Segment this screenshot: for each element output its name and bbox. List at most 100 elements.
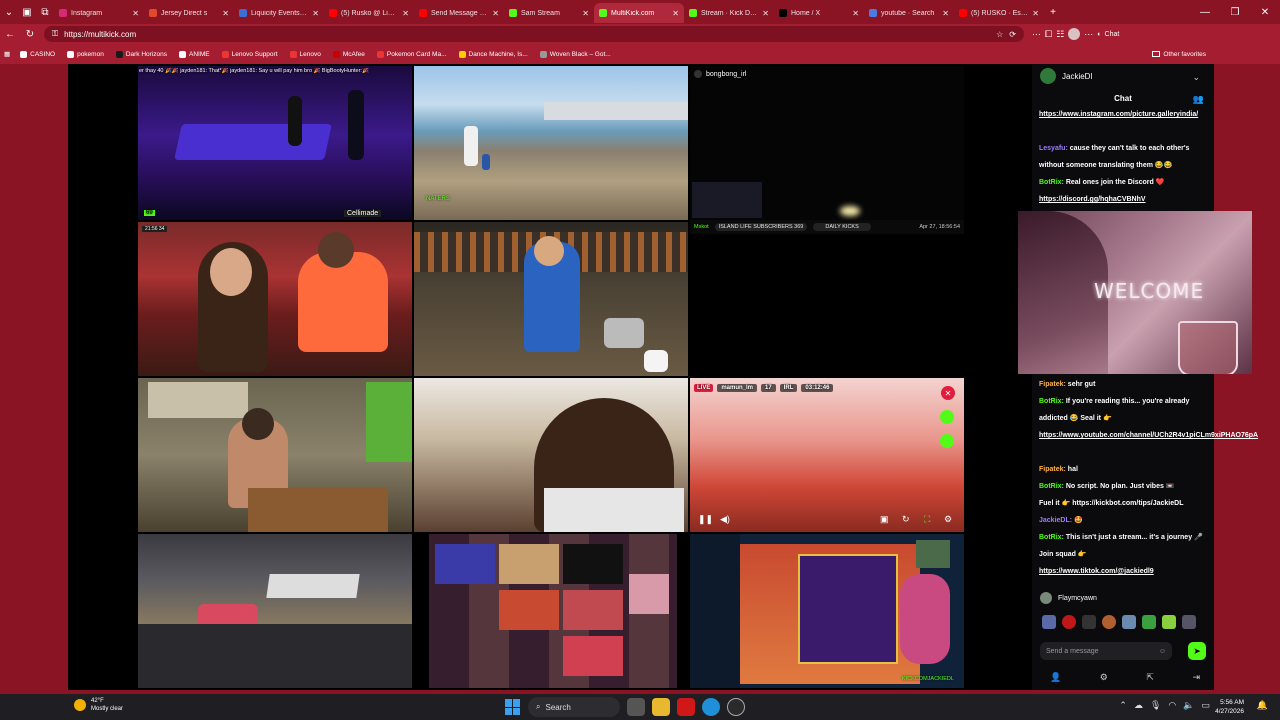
emote-icon[interactable] <box>1082 615 1096 629</box>
apps-icon[interactable]: ▦ <box>4 50 10 58</box>
emote-icon[interactable] <box>1102 615 1116 629</box>
emote-icon[interactable] <box>1182 615 1196 629</box>
browser-tab[interactable]: Instagram ✕ <box>54 3 144 23</box>
chevron-down-icon[interactable]: ⌄ <box>1192 72 1200 83</box>
chat-username[interactable]: Fipatek: <box>1039 466 1066 473</box>
wifi-icon[interactable]: ◠ <box>1168 700 1176 711</box>
tab-close-icon[interactable]: ✕ <box>492 9 499 18</box>
emote-icon[interactable] <box>1142 615 1156 629</box>
bookmark-item[interactable]: CASINO <box>20 50 55 58</box>
back-icon[interactable]: ← <box>0 24 20 44</box>
tab-close-icon[interactable]: ✕ <box>852 9 859 18</box>
popout-icon[interactable]: ⇱ <box>1146 672 1154 683</box>
browser-tab[interactable]: MultiKick.com ✕ <box>594 3 684 23</box>
extensions-icon[interactable]: ⧠ <box>1045 29 1052 40</box>
close-stream-icon[interactable]: ✕ <box>941 386 955 400</box>
taskbar-search[interactable]: ⌕ Search <box>528 697 620 717</box>
start-icon[interactable] <box>505 699 521 715</box>
clock[interactable]: 5:56 AM 4/27/2026 <box>1215 698 1244 716</box>
bookmark-item[interactable]: McAfee <box>332 50 365 58</box>
browser-tab[interactable]: Jersey Direct s ✕ <box>144 3 234 23</box>
emote-icon[interactable] <box>1042 615 1056 629</box>
browser-tab[interactable]: Sam Stream ✕ <box>504 3 594 23</box>
favorite-star-icon[interactable]: ☆ <box>996 30 1003 39</box>
bookmark-item[interactable]: ANIME <box>179 50 210 58</box>
chat-username[interactable]: BotRix: <box>1039 398 1064 405</box>
heart-icon[interactable] <box>940 434 954 448</box>
stream-tile-10[interactable] <box>138 534 412 688</box>
youtube-app-icon[interactable] <box>677 698 695 716</box>
volume-icon[interactable]: ◀) <box>720 514 730 525</box>
new-tab-button[interactable]: + <box>1044 0 1062 24</box>
stream-tile-2[interactable]: NATERS <box>414 66 688 220</box>
extension-icon[interactable]: ⟳ <box>1009 30 1016 39</box>
battery-icon[interactable]: ▭ <box>1201 700 1210 711</box>
stream-tile-12[interactable]: KICKCOMJACKIEDL <box>690 534 964 688</box>
browser-tab[interactable]: Liquicity Events Ru ✕ <box>234 3 324 23</box>
chat-username[interactable]: BotRix: <box>1039 534 1064 541</box>
emote-icon[interactable] <box>1162 615 1176 629</box>
browser-tab[interactable]: Stream · Kick Dash ✕ <box>684 3 774 23</box>
stream-tile-8[interactable] <box>414 378 688 532</box>
chat-username[interactable]: BotRix: <box>1039 483 1064 490</box>
stream-tile-3[interactable]: bongbong_irl <box>690 66 964 220</box>
copilot-button[interactable]: ◐ Chat <box>1097 31 1119 38</box>
task-view-icon[interactable] <box>627 698 645 716</box>
mic-icon[interactable]: 🎙 <box>1150 700 1161 711</box>
stream-tile-11[interactable] <box>429 534 677 688</box>
address-bar[interactable]: ⚿ https://multikick.com ☆ ⟳ <box>44 26 1024 42</box>
tab-close-icon[interactable]: ✕ <box>132 9 139 18</box>
chat-users-icon[interactable]: 👥 <box>1193 94 1204 105</box>
close-window-icon[interactable]: ✕ <box>1250 0 1280 24</box>
notification-bell-icon[interactable]: 🔔 <box>1257 700 1268 711</box>
tab-close-icon[interactable]: ✕ <box>762 9 769 18</box>
bookmark-item[interactable]: pokemon <box>67 50 104 58</box>
tab-actions-icon[interactable]: ⧉ <box>36 0 54 24</box>
stream-tile-5[interactable] <box>414 222 688 376</box>
emote-icon[interactable] <box>1062 615 1076 629</box>
site-info-icon[interactable]: ⚿ <box>52 29 58 39</box>
chevron-up-icon[interactable]: ⌃ <box>1119 700 1127 711</box>
volume-icon[interactable]: 🔈 <box>1183 700 1194 711</box>
bookmark-item[interactable]: Woven Black – Got... <box>539 50 611 58</box>
bookmark-item[interactable]: Lenovo <box>289 50 321 58</box>
chat-channel-header[interactable]: JackieDl <box>1040 68 1092 84</box>
tab-close-icon[interactable]: ✕ <box>402 9 409 18</box>
tab-close-icon[interactable]: ✕ <box>672 9 679 18</box>
bookmark-item[interactable]: Pokemon Card Ma... <box>376 50 447 58</box>
stream-tile-9[interactable]: LIVE mamun_lm 17 IRL 03:12:46 ✕ ❚❚ ◀) ▣ … <box>690 378 964 532</box>
profile-avatar[interactable] <box>1068 28 1081 40</box>
other-favorites[interactable]: Other favorites <box>1152 44 1206 64</box>
bookmark-item[interactable]: Dark Horizons <box>115 50 167 58</box>
menu-icon[interactable]: ⋯ <box>1084 29 1093 40</box>
file-explorer-icon[interactable] <box>652 698 670 716</box>
browser-tab[interactable]: Home / X ✕ <box>774 3 864 23</box>
chat-link[interactable]: https://discord.gg/hqhaCVBNhV <box>1039 196 1146 203</box>
favorites-icon[interactable]: ☷ <box>1056 29 1064 40</box>
stream-tile-1[interactable]: er thay 40 🎉🎉 jayden181: That*🎉 jayden18… <box>138 66 412 220</box>
browser-tab[interactable]: (5) RUSKO · Essen ✕ <box>954 3 1044 23</box>
tab-close-icon[interactable]: ✕ <box>222 9 229 18</box>
chat-username[interactable]: BotRix: <box>1039 179 1064 186</box>
chat-link[interactable]: https://www.instagram.com/picture.galler… <box>1039 111 1198 118</box>
cloud-icon[interactable]: ☁ <box>1134 700 1143 711</box>
more-tools-icon[interactable]: ⋯ <box>1032 29 1041 40</box>
chat-username[interactable]: Lesyafu: <box>1039 145 1068 152</box>
exit-icon[interactable]: ⇥ <box>1192 672 1200 683</box>
workspaces-icon[interactable]: ▣ <box>18 0 36 24</box>
tab-close-icon[interactable]: ✕ <box>582 9 589 18</box>
chat-link[interactable]: https://www.youtube.com/channel/UCh2R4v1… <box>1039 432 1258 439</box>
emote-icon[interactable] <box>1122 615 1136 629</box>
restore-icon[interactable]: ❐ <box>1220 0 1250 24</box>
add-user-icon[interactable]: 👤 <box>1050 672 1061 683</box>
chat-input[interactable]: Send a message ☺ <box>1040 642 1172 660</box>
stream-tile-4[interactable]: 21:56 34 <box>138 222 412 376</box>
minimize-icon[interactable]: — <box>1190 0 1220 24</box>
chat-link[interactable]: https://www.tiktok.com/@jackiedl9 <box>1039 568 1154 575</box>
chat-settings-icon[interactable]: ⚙ <box>1100 672 1108 683</box>
browser-tab[interactable]: (5) Rusko @ Liquic ✕ <box>324 3 414 23</box>
pip-icon[interactable]: ▣ <box>880 514 889 525</box>
pause-icon[interactable]: ❚❚ <box>698 514 713 525</box>
pinned-user[interactable]: Flaymcyawn <box>1040 592 1097 604</box>
refresh-icon[interactable]: ↻ <box>20 24 40 44</box>
